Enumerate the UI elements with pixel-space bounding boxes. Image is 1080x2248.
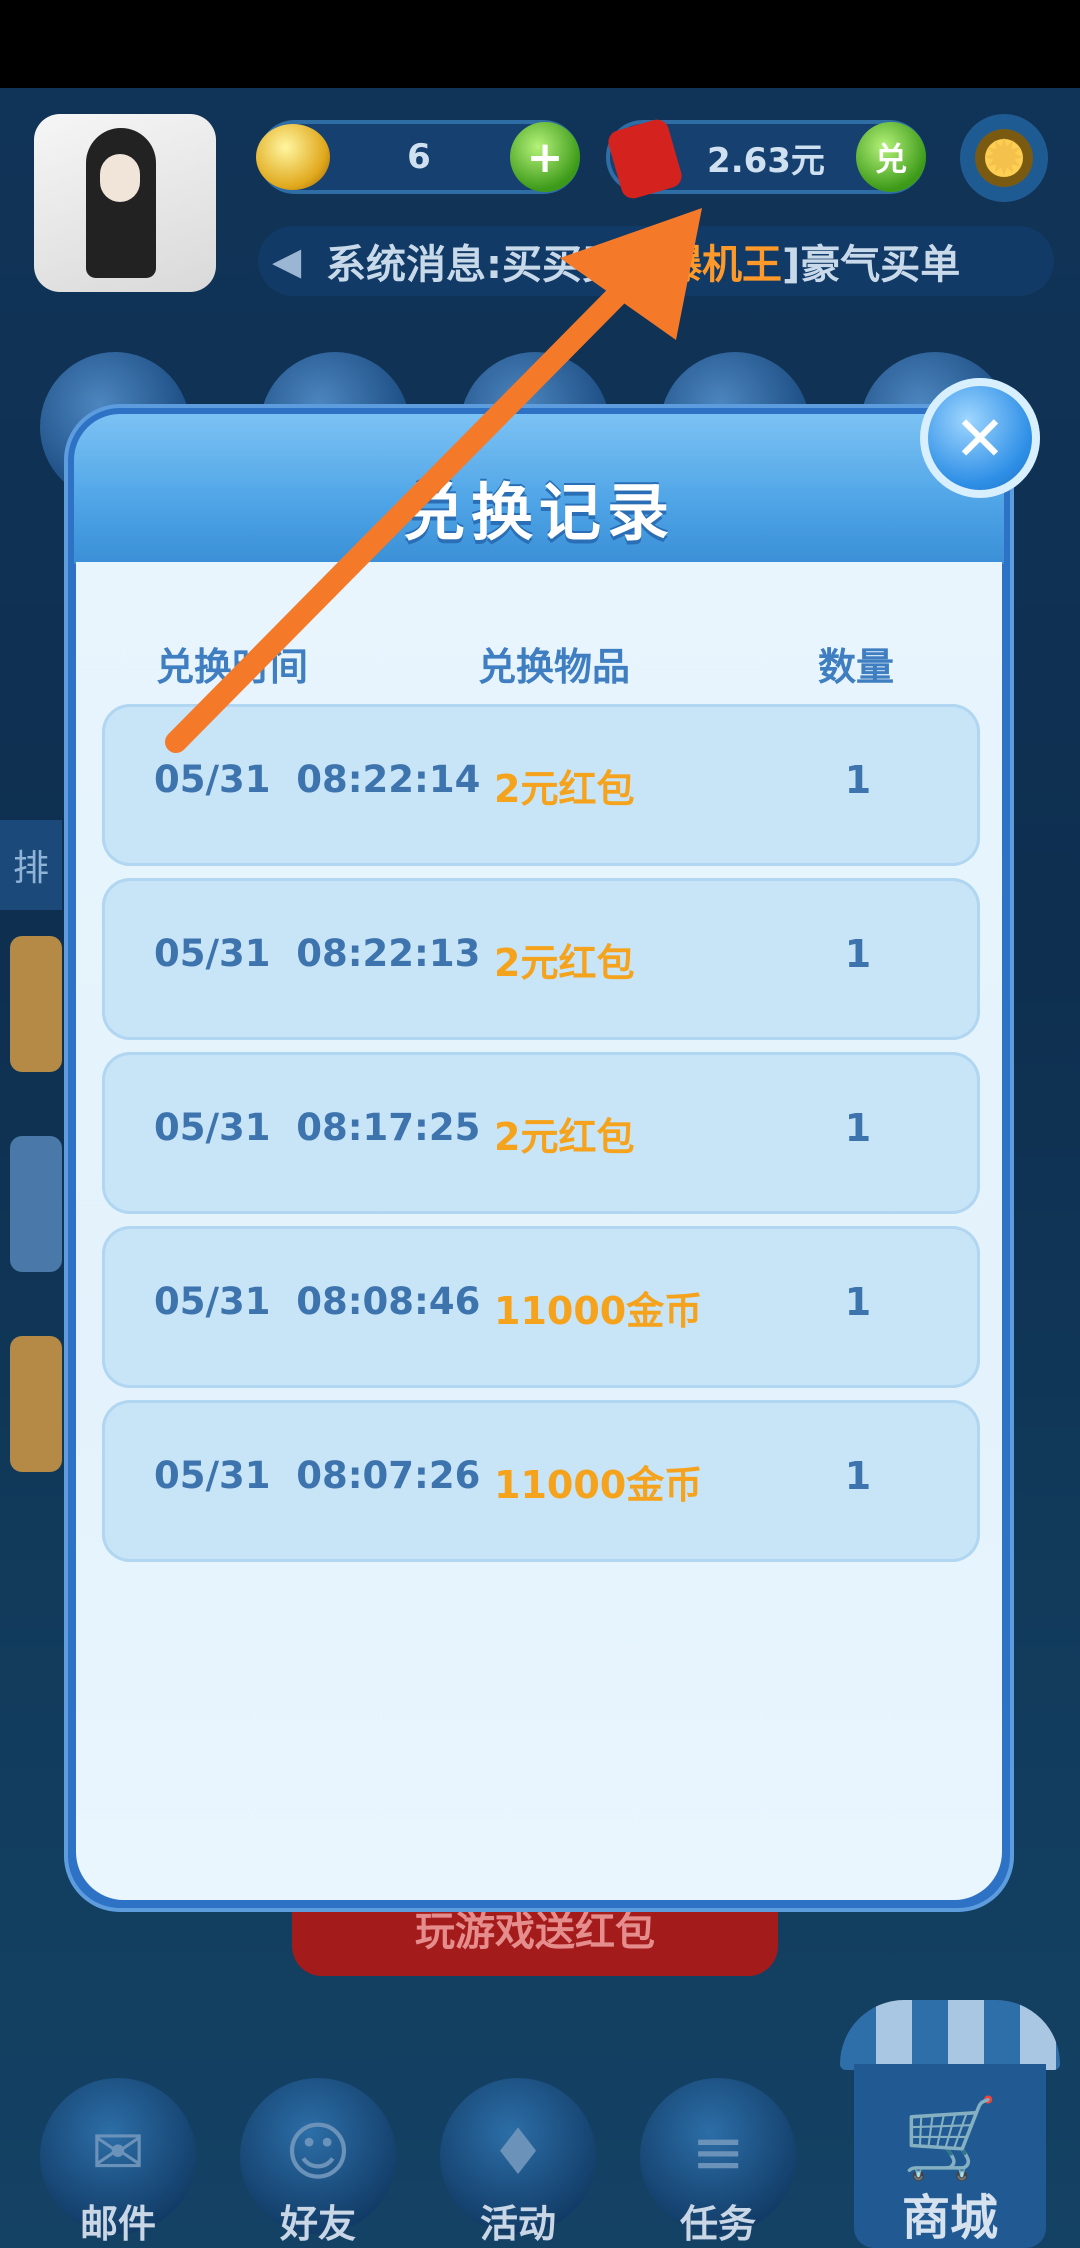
system-message-suffix: ]豪气买单 [782, 242, 961, 288]
close-dialog-button[interactable]: ✕ [920, 378, 1040, 498]
redpack-balance: 2.63元 兑 [605, 116, 926, 202]
record-quantity: 1 [844, 1280, 872, 1324]
record-quantity: 1 [844, 758, 872, 802]
task-icon: ≡ [691, 2116, 745, 2190]
record-time: 05/31 08:22:13 [154, 932, 481, 975]
record-time: 05/31 08:08:46 [154, 1280, 481, 1323]
record-time: 05/31 08:17:25 [154, 1106, 481, 1149]
dialog-body: 兑换时间 兑换物品 数量 05/31 08:22:14 2元红包 1 05/31… [76, 562, 1002, 1900]
nav-friends-button[interactable]: ☺ 好友 [238, 2070, 398, 2248]
record-time: 05/31 08:07:26 [154, 1454, 481, 1497]
record-row: 05/31 08:08:46 11000金币 1 [102, 1226, 980, 1388]
system-message-highlight: 打爆机王 [622, 242, 782, 288]
nav-label: 任务 [679, 2202, 756, 2246]
system-message-text: 系统消息:买买买打爆机王]豪气买单 [326, 232, 960, 290]
gift-icon: ♦ [489, 2116, 547, 2190]
nav-task-button[interactable]: ≡ 任务 [638, 2070, 798, 2248]
record-item: 2元红包 [494, 767, 635, 811]
dialog-header: 兑换记录 [74, 414, 1004, 564]
shop-awning [840, 2000, 1060, 2070]
dialog-title: 兑换记录 [402, 476, 675, 549]
record-time: 05/31 08:22:14 [154, 758, 481, 801]
nav-label: 活动 [479, 2202, 556, 2246]
record-row: 05/31 08:22:14 2元红包 1 [102, 704, 980, 866]
status-bar [0, 0, 1080, 88]
nav-label: 好友 [279, 2202, 356, 2246]
cart-icon: 🛒 [901, 2094, 999, 2184]
side-thumbnail[interactable] [10, 1336, 62, 1472]
exchange-record-dialog: 兑换记录 兑换时间 兑换物品 数量 05/31 08:22:14 2元红包 1 … [64, 404, 1014, 1912]
settings-gear-icon[interactable]: ✹ [960, 114, 1048, 202]
ranking-side-tab[interactable]: 排 [0, 820, 62, 910]
nav-activity-button[interactable]: ♦ 活动 [438, 2070, 598, 2248]
nav-label: 商城 [901, 2190, 998, 2246]
friends-icon: ☺ [284, 2116, 352, 2190]
record-quantity: 1 [844, 932, 872, 976]
column-header-quantity: 数量 [818, 645, 895, 689]
record-item: 2元红包 [494, 1115, 635, 1159]
add-coins-button[interactable]: + [510, 122, 580, 192]
side-thumbnail[interactable] [10, 1136, 62, 1272]
exchange-button[interactable]: 兑 [856, 122, 926, 192]
record-item: 11000金币 [494, 1289, 703, 1333]
nav-label: 邮件 [79, 2202, 156, 2246]
avatar-face [100, 154, 140, 202]
coin-balance: 6 + [256, 120, 580, 194]
mail-icon: ✉ [91, 2116, 145, 2190]
column-header-time: 兑换时间 [156, 645, 309, 689]
record-item: 2元红包 [494, 941, 635, 985]
record-item: 11000金币 [494, 1463, 703, 1507]
column-header-item: 兑换物品 [478, 645, 631, 689]
nav-mail-button[interactable]: ✉ 邮件 [38, 2070, 198, 2248]
avatar[interactable] [34, 114, 216, 292]
side-thumbnail[interactable] [10, 936, 62, 1072]
record-row: 05/31 08:22:13 2元红包 1 [102, 878, 980, 1040]
record-quantity: 1 [844, 1106, 872, 1150]
record-quantity: 1 [844, 1454, 872, 1498]
record-row: 05/31 08:17:25 2元红包 1 [102, 1052, 980, 1214]
system-message-bar: ◀ 系统消息:买买买打爆机王]豪气买单 [258, 226, 1054, 296]
speaker-icon: ◀ [272, 239, 302, 283]
nav-shop-button[interactable]: 🛒 商城 [840, 2000, 1060, 2248]
record-row: 05/31 08:07:26 11000金币 1 [102, 1400, 980, 1562]
avatar-hair [86, 128, 156, 278]
system-message-prefix: 系统消息:买买买 [326, 242, 622, 288]
